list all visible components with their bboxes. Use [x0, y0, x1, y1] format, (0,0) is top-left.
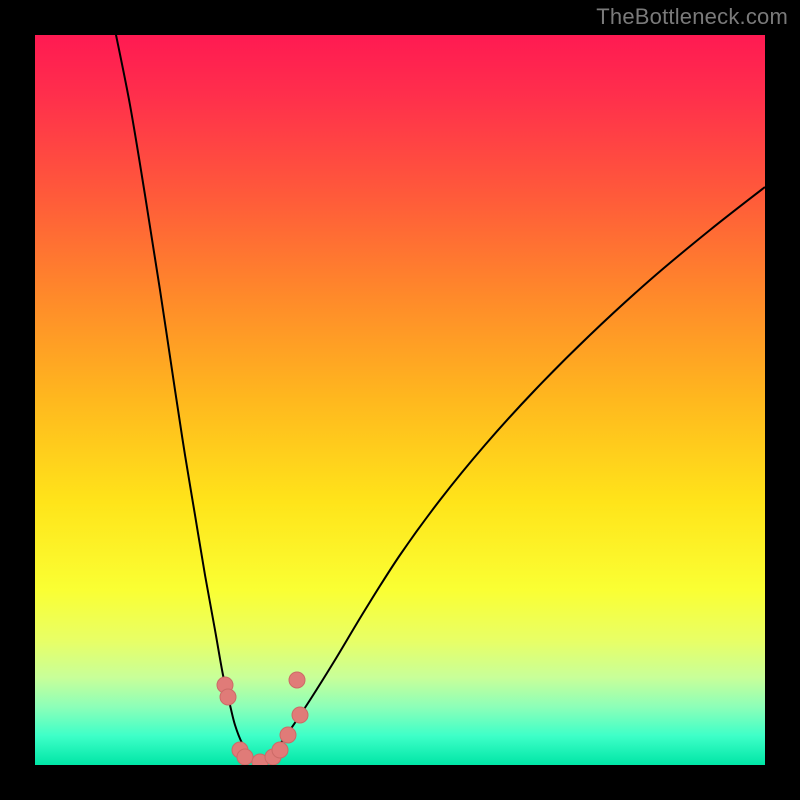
data-marker [220, 689, 236, 705]
data-marker [237, 749, 253, 765]
marker-group [217, 672, 308, 765]
data-marker [289, 672, 305, 688]
data-marker [272, 742, 288, 758]
data-marker [280, 727, 296, 743]
chart-frame: TheBottleneck.com [0, 0, 800, 800]
plot-area [35, 35, 765, 765]
left-curve [115, 35, 260, 762]
data-marker [292, 707, 308, 723]
curve-layer [35, 35, 765, 765]
right-curve [260, 187, 765, 762]
watermark-text: TheBottleneck.com [596, 4, 788, 30]
